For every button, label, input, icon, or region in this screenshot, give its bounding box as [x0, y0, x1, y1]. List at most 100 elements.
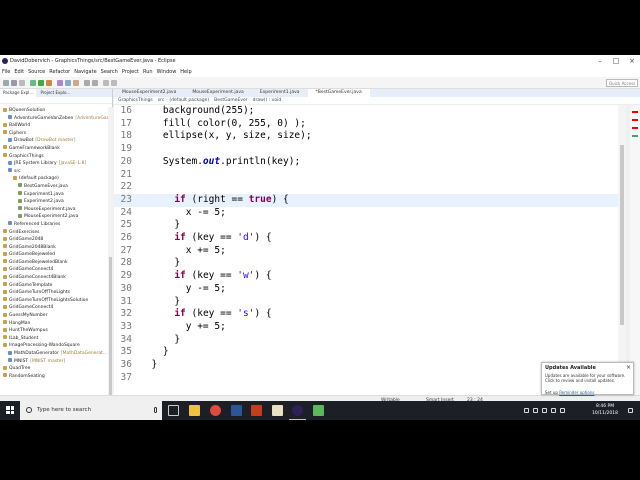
tree-item[interactable]: HangMan: [0, 320, 108, 328]
word-icon[interactable]: [231, 405, 242, 416]
new-class-icon[interactable]: [73, 80, 79, 86]
open-type-icon[interactable]: [84, 80, 90, 86]
tab-package-explorer[interactable]: Package Expl...: [0, 89, 37, 97]
battery-icon[interactable]: [560, 408, 565, 413]
tree-item[interactable]: GridGameTurnOffTheLightsSolution: [0, 297, 108, 305]
code-line[interactable]: 30 y -= 5;: [114, 283, 618, 296]
menu-item-run[interactable]: Run: [141, 67, 155, 77]
tree-item[interactable]: GraphicsThings: [0, 153, 108, 161]
editor-tab[interactable]: Experiment1.java: [252, 89, 308, 97]
editor-tab[interactable]: MouseExperiment2.java: [114, 89, 184, 97]
new-java-project-icon[interactable]: [57, 80, 63, 86]
menu-item-window[interactable]: Window: [155, 67, 179, 77]
volume-icon[interactable]: [551, 408, 556, 413]
scrollbar-thumb[interactable]: [620, 145, 624, 325]
tree-item[interactable]: JRE System Library [JavaSE-1.8]: [0, 160, 108, 168]
tree-item[interactable]: GridGameBejeweled: [0, 251, 108, 259]
tree-item[interactable]: src: [0, 168, 108, 176]
tree-item[interactable]: GridGameConnect4Blank: [0, 274, 108, 282]
tree-item[interactable]: MouseExperiment.java: [0, 206, 108, 214]
chrome-icon[interactable]: [210, 405, 221, 416]
code-line[interactable]: 20 System.out.println(key);: [114, 156, 618, 169]
editor-tab[interactable]: MouseExperiment.java: [184, 89, 251, 97]
clock[interactable]: 8:46 PM 10/11/2018: [592, 403, 618, 417]
code-line[interactable]: 17 fill( color(0, 255, 0) );: [114, 118, 618, 131]
tree-item[interactable]: GuessMyNumber: [0, 312, 108, 320]
start-button[interactable]: [0, 401, 20, 420]
reminder-options-link[interactable]: Reminder options: [559, 390, 594, 395]
run-icon[interactable]: [38, 80, 44, 86]
maximize-button[interactable]: □: [608, 55, 624, 67]
editor-tab[interactable]: *BestGameEver.java: [307, 89, 370, 97]
external-tools-icon[interactable]: [46, 80, 52, 86]
menu-item-help[interactable]: Help: [178, 67, 193, 77]
close-button[interactable]: ×: [624, 55, 640, 67]
tree-item[interactable]: GridGame2048Blank: [0, 244, 108, 252]
breadcrumb-item[interactable]: (default package): [169, 98, 209, 103]
new-icon[interactable]: [3, 80, 9, 86]
tree-item[interactable]: GridGameBejeweledBlank: [0, 259, 108, 267]
tree-item[interactable]: BestGameEver.java: [0, 183, 108, 191]
tree-item[interactable]: MNIST [MNIST master]: [0, 358, 108, 366]
code-line[interactable]: 31 }: [114, 296, 618, 309]
code-line[interactable]: 25 }: [114, 219, 618, 232]
code-line[interactable]: 27 x += 5;: [114, 245, 618, 258]
tree-item[interactable]: Experiment1.java: [0, 191, 108, 199]
tree-item[interactable]: BQueenSolution: [0, 107, 108, 115]
tree-item[interactable]: GridGame2048: [0, 236, 108, 244]
error-marker[interactable]: [632, 111, 638, 113]
tree-item[interactable]: (default package): [0, 175, 108, 183]
tree-item[interactable]: RandomSeating: [0, 373, 108, 381]
menu-item-source[interactable]: Source: [26, 67, 47, 77]
back-icon[interactable]: [103, 80, 109, 86]
code-line[interactable]: 18 ellipse(x, y, size, size);: [114, 130, 618, 143]
tree-item[interactable]: GridGameConnect4: [0, 304, 108, 312]
tree-item[interactable]: MathDataGenerator [MathDataGenerat...: [0, 350, 108, 358]
save-all-icon[interactable]: [19, 80, 25, 86]
scrollbar-thumb[interactable]: [109, 257, 112, 397]
error-marker[interactable]: [632, 119, 638, 121]
breadcrumb-item[interactable]: BestGameEver: [214, 98, 248, 103]
code-line[interactable]: 26 if (key == 'd') {: [114, 232, 618, 245]
menu-item-file[interactable]: File: [0, 67, 12, 77]
menu-item-project[interactable]: Project: [120, 67, 141, 77]
breadcrumb-item[interactable]: src: [158, 98, 165, 103]
code-line[interactable]: 23 if (right == true) {: [114, 193, 618, 207]
tree-item[interactable]: HuntTheWumpus: [0, 327, 108, 335]
code-line[interactable]: 24 x -= 5;: [114, 207, 618, 220]
code-line[interactable]: 32 if (key == 's') {: [114, 308, 618, 321]
code-line[interactable]: 28 }: [114, 257, 618, 270]
menu-item-navigate[interactable]: Navigate: [72, 67, 98, 77]
menu-item-refactor[interactable]: Refactor: [47, 67, 72, 77]
code-line[interactable]: 21: [114, 169, 618, 182]
tree-item[interactable]: GridGameConnect4: [0, 266, 108, 274]
tree-item[interactable]: GridGameTurnOffTheLights: [0, 289, 108, 297]
menu-item-search[interactable]: Search: [99, 67, 120, 77]
code-line[interactable]: 34 }: [114, 334, 618, 347]
camtasia-icon[interactable]: [313, 405, 324, 416]
code-line[interactable]: 16 background(255);: [114, 105, 618, 118]
powerpoint-icon[interactable]: [251, 405, 262, 416]
tree-item[interactable]: BallWorld: [0, 122, 108, 130]
minimize-button[interactable]: –: [592, 55, 608, 67]
editor-scrollbar[interactable]: [618, 105, 626, 395]
code-line[interactable]: 35 }: [114, 346, 618, 359]
search-icon[interactable]: [92, 80, 98, 86]
notepad-icon[interactable]: [272, 405, 283, 416]
tree-item[interactable]: Referenced Libraries: [0, 221, 108, 229]
code-line[interactable]: 19: [114, 143, 618, 156]
tab-project-explorer[interactable]: Project Explo...: [38, 89, 74, 97]
eclipse-taskbar-icon[interactable]: [289, 405, 306, 420]
notifications-icon[interactable]: [628, 408, 633, 413]
tree-item[interactable]: GridGameTemplate: [0, 282, 108, 290]
code-line[interactable]: 22: [114, 181, 618, 194]
close-icon[interactable]: ×: [626, 364, 631, 371]
breadcrumb-item[interactable]: GraphicsThings: [118, 98, 153, 103]
updates-notification[interactable]: Updates Available × Updates are availabl…: [541, 362, 634, 395]
code-line[interactable]: 29 if (key == 'w') {: [114, 270, 618, 283]
package-explorer-scrollbar[interactable]: [108, 107, 113, 407]
new-package-icon[interactable]: [65, 80, 71, 86]
code-line[interactable]: 33 y += 5;: [114, 321, 618, 334]
taskbar-search-input[interactable]: Type here to search: [20, 401, 162, 420]
people-icon[interactable]: [524, 408, 529, 413]
